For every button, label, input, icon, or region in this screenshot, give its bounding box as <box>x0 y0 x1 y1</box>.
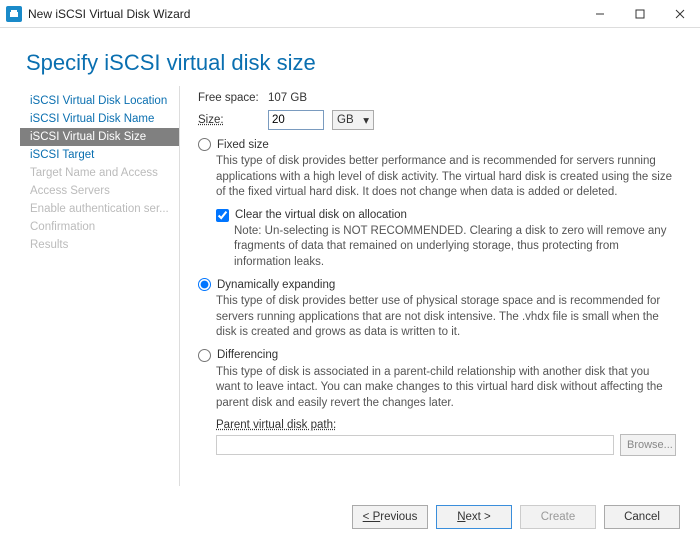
free-space-value: 107 GB <box>268 92 307 104</box>
size-unit-select[interactable]: GB ▾ <box>332 110 374 130</box>
differencing-radio[interactable] <box>198 349 211 362</box>
fixed-size-label: Fixed size <box>217 139 269 151</box>
window-title: New iSCSI Virtual Disk Wizard <box>28 7 580 21</box>
minimize-button[interactable] <box>580 0 620 27</box>
size-label: Size: <box>198 114 268 126</box>
maximize-button[interactable] <box>620 0 660 27</box>
dynamic-radio[interactable] <box>198 278 211 291</box>
fixed-size-radio[interactable] <box>198 138 211 151</box>
browse-button[interactable]: Browse... <box>620 434 676 456</box>
next-button[interactable]: Next > <box>436 505 512 529</box>
footer-buttons: < Previous Next > Create Cancel <box>352 505 680 529</box>
nav-item-8: Results <box>20 236 179 254</box>
app-icon <box>6 6 22 22</box>
close-button[interactable] <box>660 0 700 27</box>
page-title: Specify iSCSI virtual disk size <box>26 50 700 76</box>
previous-label: revious <box>380 511 417 523</box>
title-bar: New iSCSI Virtual Disk Wizard <box>0 0 700 28</box>
clear-disk-label: Clear the virtual disk on allocation <box>235 209 407 221</box>
parent-path-input[interactable] <box>216 435 614 455</box>
page-header: Specify iSCSI virtual disk size <box>0 28 700 86</box>
fixed-size-desc: This type of disk provides better perfor… <box>216 154 676 201</box>
free-space-label: Free space: <box>198 92 268 104</box>
previous-button[interactable]: < Previous <box>352 505 428 529</box>
wizard-nav: iSCSI Virtual Disk LocationiSCSI Virtual… <box>20 86 180 486</box>
next-label: ext > <box>466 511 491 523</box>
size-input[interactable] <box>268 110 324 130</box>
nav-item-2[interactable]: iSCSI Virtual Disk Size <box>20 128 179 146</box>
nav-item-0[interactable]: iSCSI Virtual Disk Location <box>20 92 179 110</box>
cancel-button[interactable]: Cancel <box>604 505 680 529</box>
dynamic-label: Dynamically expanding <box>217 279 335 291</box>
dynamic-desc: This type of disk provides better use of… <box>216 294 676 341</box>
create-button: Create <box>520 505 596 529</box>
clear-disk-note: Note: Un-selecting is NOT RECOMMENDED. C… <box>234 224 676 271</box>
chevron-down-icon: ▾ <box>363 113 369 127</box>
differencing-label: Differencing <box>217 349 278 361</box>
nav-item-6: Enable authentication ser... <box>20 200 179 218</box>
nav-item-7: Confirmation <box>20 218 179 236</box>
differencing-desc: This type of disk is associated in a par… <box>216 365 676 412</box>
size-unit-value: GB <box>337 114 354 126</box>
content-pane: Free space: 107 GB Size: GB ▾ Fixed size… <box>180 86 680 486</box>
nav-item-3[interactable]: iSCSI Target <box>20 146 179 164</box>
nav-item-4: Target Name and Access <box>20 164 179 182</box>
parent-path-label: Parent virtual disk path: <box>216 419 676 431</box>
clear-disk-checkbox[interactable] <box>216 209 229 222</box>
nav-item-1[interactable]: iSCSI Virtual Disk Name <box>20 110 179 128</box>
nav-item-5: Access Servers <box>20 182 179 200</box>
